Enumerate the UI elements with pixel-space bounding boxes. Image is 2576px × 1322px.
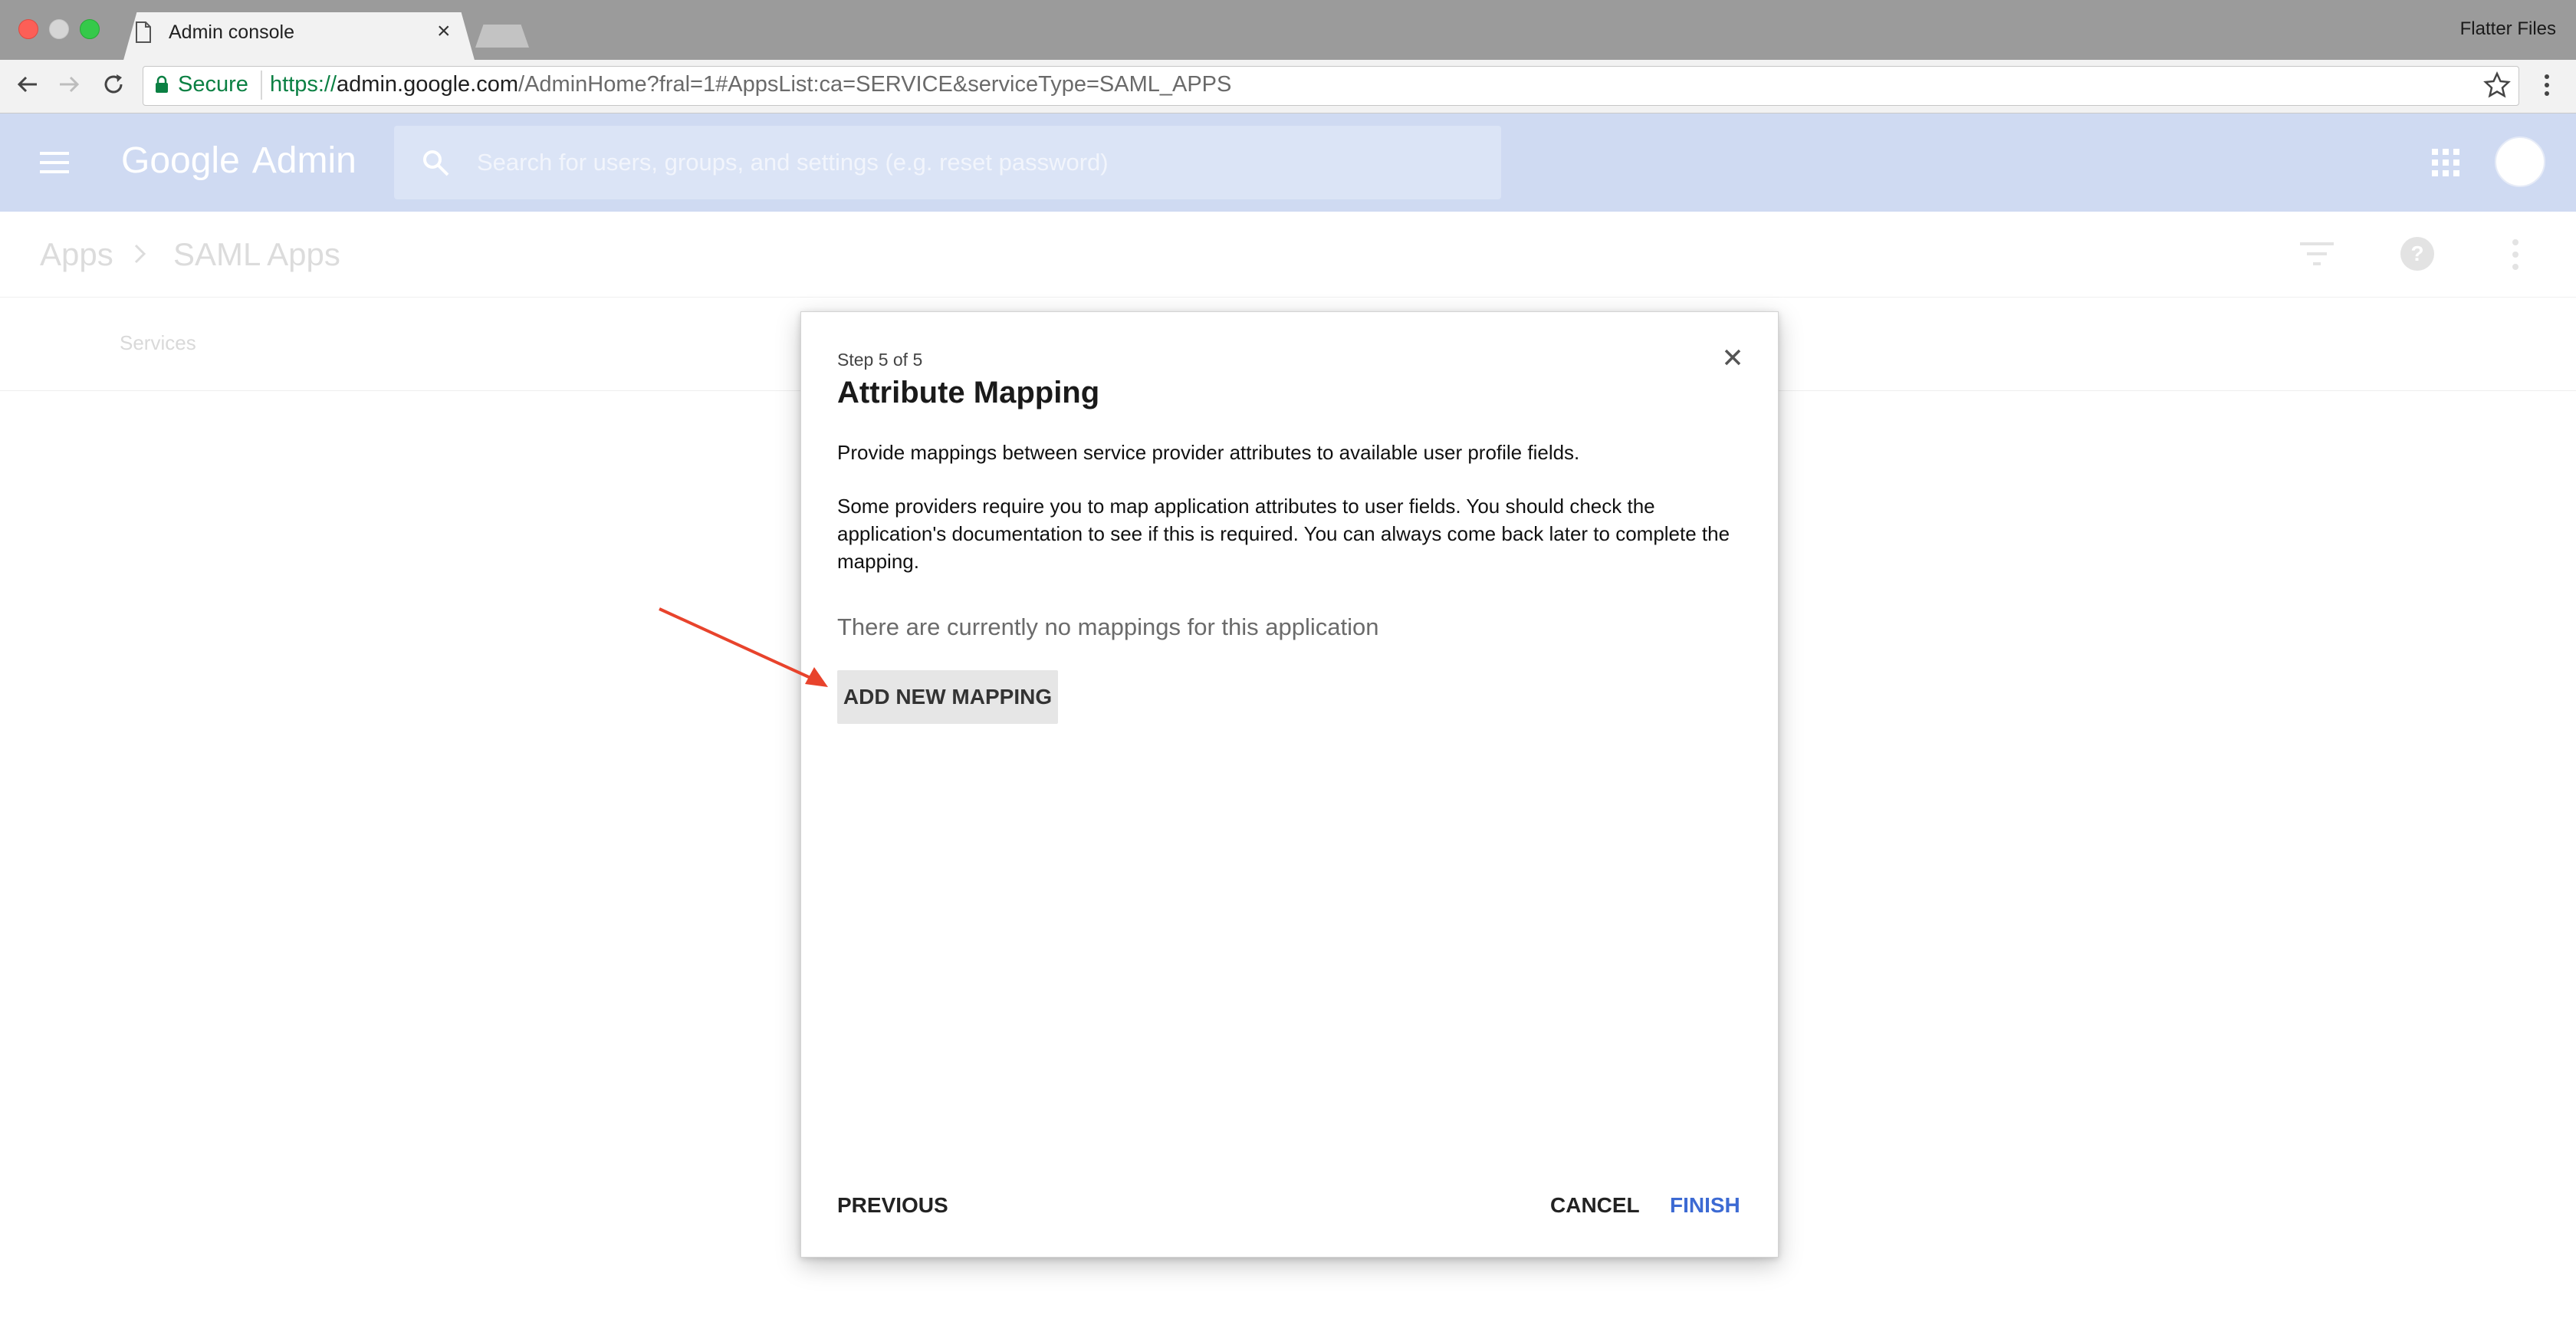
- breadcrumb: [0, 212, 2576, 298]
- close-icon[interactable]: [1722, 347, 1743, 368]
- search-icon: [423, 150, 449, 176]
- secure-label: Secure: [178, 72, 248, 97]
- zoom-window-button[interactable]: [80, 19, 100, 39]
- cancel-button[interactable]: CANCEL: [1550, 1193, 1640, 1218]
- dialog-title: Attribute Mapping: [837, 376, 1100, 409]
- svg-text:?: ?: [2410, 242, 2423, 265]
- add-new-mapping-button[interactable]: ADD NEW MAPPING: [837, 670, 1058, 724]
- forward-arrow-icon[interactable]: [54, 69, 84, 100]
- dialog-note: Some providers require you to map applic…: [837, 495, 1730, 573]
- browser-profile-name[interactable]: Flatter Files: [2460, 18, 2556, 40]
- step-indicator: Step 5 of 5: [837, 350, 923, 370]
- finish-button[interactable]: FINISH: [1670, 1193, 1740, 1218]
- tab-title: Admin console: [169, 21, 294, 43]
- more-vert-icon[interactable]: [2507, 238, 2524, 271]
- filter-icon[interactable]: [2300, 241, 2334, 267]
- apps-grid-icon[interactable]: [2432, 149, 2459, 176]
- lock-icon: [156, 75, 168, 93]
- new-tab-button[interactable]: [475, 25, 529, 48]
- bookmark-star-icon[interactable]: [2482, 71, 2512, 100]
- minimize-window-button[interactable]: [49, 19, 69, 39]
- services-label[interactable]: Services: [120, 331, 196, 355]
- tab-close-icon[interactable]: ×: [437, 20, 451, 43]
- help-icon[interactable]: ?: [2400, 236, 2435, 271]
- previous-button[interactable]: PREVIOUS: [837, 1193, 948, 1218]
- account-avatar[interactable]: [2495, 136, 2545, 187]
- close-window-button[interactable]: [18, 19, 38, 39]
- empty-mappings-message: There are currently no mappings for this…: [837, 613, 1379, 640]
- search-input[interactable]: Search for users, groups, and settings (…: [477, 149, 1109, 176]
- breadcrumb-saml-apps: SAML Apps: [173, 236, 340, 272]
- back-arrow-icon[interactable]: [12, 69, 43, 100]
- reload-icon[interactable]: [98, 69, 129, 100]
- page-icon: [136, 21, 151, 43]
- url-divider: [261, 71, 262, 100]
- hamburger-menu-icon[interactable]: [40, 152, 69, 173]
- browser-menu-icon[interactable]: [2538, 72, 2556, 98]
- url-text[interactable]: https://admin.google.com/AdminHome?fral=…: [270, 72, 1231, 97]
- breadcrumb-apps[interactable]: Apps: [40, 236, 113, 273]
- google-admin-logo[interactable]: Google Admin: [121, 140, 356, 182]
- chevron-right-icon: [134, 244, 146, 264]
- dialog-description: Provide mappings between service provide…: [837, 441, 1580, 464]
- annotation-arrow-icon: [659, 607, 828, 687]
